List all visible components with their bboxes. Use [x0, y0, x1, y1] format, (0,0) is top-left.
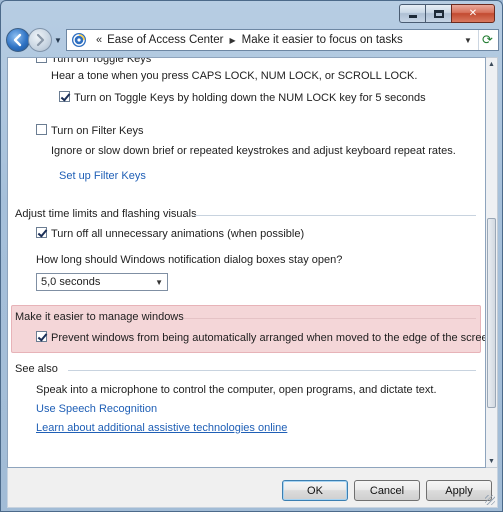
manage-windows-heading: Make it easier to manage windows: [15, 311, 184, 323]
filter-keys-option[interactable]: Turn on Filter Keys: [36, 124, 144, 137]
back-arrow-icon: [13, 33, 22, 47]
chevron-down-icon: ▼: [54, 35, 62, 45]
scroll-down-icon[interactable]: ▼: [486, 455, 497, 467]
cancel-button[interactable]: Cancel: [354, 480, 420, 501]
maximize-icon: [433, 9, 444, 18]
setup-filter-keys-link[interactable]: Set up Filter Keys: [59, 170, 146, 182]
speech-recognition-link[interactable]: Use Speech Recognition: [36, 403, 157, 415]
filter-keys-description: Ignore or slow down brief or repeated ke…: [51, 145, 456, 157]
maximize-button[interactable]: [425, 4, 451, 23]
toggle-hold-option[interactable]: Turn on Toggle Keys by holding down the …: [59, 91, 426, 104]
refresh-icon[interactable]: ⟳: [478, 30, 496, 50]
toggle-hold-label: Turn on Toggle Keys by holding down the …: [74, 92, 426, 104]
ok-button[interactable]: OK: [282, 480, 348, 501]
content-pane: Turn on Toggle Keys Hear a tone when you…: [7, 57, 486, 468]
notification-duration-select[interactable]: 5,0 seconds ▼: [36, 273, 168, 291]
toggle-keys-label: Turn on Toggle Keys: [51, 57, 152, 65]
button-bar: OK Cancel Apply: [7, 468, 498, 508]
minimize-button[interactable]: [399, 4, 425, 23]
animations-option[interactable]: Turn off all unnecessary animations (whe…: [36, 227, 304, 240]
toggle-keys-checkbox[interactable]: [36, 58, 47, 63]
forward-arrow-icon: [36, 33, 45, 47]
forward-button[interactable]: [28, 28, 52, 52]
time-limits-heading: Adjust time limits and flashing visuals: [15, 208, 197, 220]
vertical-scrollbar[interactable]: ▲ ▼: [486, 57, 498, 468]
scroll-up-icon[interactable]: ▲: [486, 58, 497, 70]
section-divider: [184, 318, 476, 319]
animations-label: Turn off all unnecessary animations (whe…: [51, 228, 305, 240]
section-divider: [68, 370, 476, 371]
chevron-right-icon[interactable]: ▶: [229, 36, 235, 45]
apply-button[interactable]: Apply: [426, 480, 492, 501]
prevent-arrange-label: Prevent windows from being automatically…: [51, 332, 486, 344]
animations-checkbox[interactable]: [36, 227, 47, 238]
filter-keys-checkbox[interactable]: [36, 124, 47, 135]
resize-grip[interactable]: [485, 495, 495, 505]
see-also-heading: See also: [15, 363, 58, 375]
address-dropdown-icon[interactable]: ▼: [460, 30, 476, 50]
assistive-technologies-link[interactable]: Learn about additional assistive technol…: [36, 422, 287, 434]
caption-buttons: ✕: [399, 4, 495, 23]
content-scroll: Turn on Toggle Keys Hear a tone when you…: [8, 57, 486, 467]
chevron-down-icon: ▼: [155, 278, 163, 287]
filter-keys-label: Turn on Filter Keys: [51, 125, 144, 137]
prevent-arrange-option[interactable]: Prevent windows from being automatically…: [36, 331, 486, 344]
ease-of-access-icon: [72, 33, 86, 47]
toggle-keys-description: Hear a tone when you press CAPS LOCK, NU…: [51, 70, 418, 82]
breadcrumb-ease-of-access-center[interactable]: Ease of Access Center: [107, 34, 223, 46]
minimize-icon: [408, 15, 417, 18]
navigation-bar: ▼ « Ease of Access Center ▶ Make it easi…: [4, 26, 499, 54]
toggle-keys-option[interactable]: Turn on Toggle Keys: [36, 57, 152, 65]
toggle-hold-checkbox[interactable]: [59, 91, 70, 102]
close-button[interactable]: ✕: [451, 4, 495, 23]
scrollbar-thumb[interactable]: [487, 218, 496, 408]
notification-question: How long should Windows notification dia…: [36, 254, 343, 266]
speech-description: Speak into a microphone to control the c…: [36, 384, 437, 396]
prevent-arrange-checkbox[interactable]: [36, 331, 47, 342]
recent-pages-dropdown[interactable]: ▼: [52, 28, 64, 52]
close-icon: ✕: [468, 8, 478, 19]
address-bar[interactable]: « Ease of Access Center ▶ Make it easier…: [66, 29, 499, 51]
section-divider: [194, 215, 476, 216]
address-overflow[interactable]: «: [96, 34, 102, 46]
back-button[interactable]: [6, 28, 30, 52]
breadcrumb-focus-on-tasks[interactable]: Make it easier to focus on tasks: [242, 34, 403, 46]
notification-duration-value: 5,0 seconds: [41, 276, 101, 288]
